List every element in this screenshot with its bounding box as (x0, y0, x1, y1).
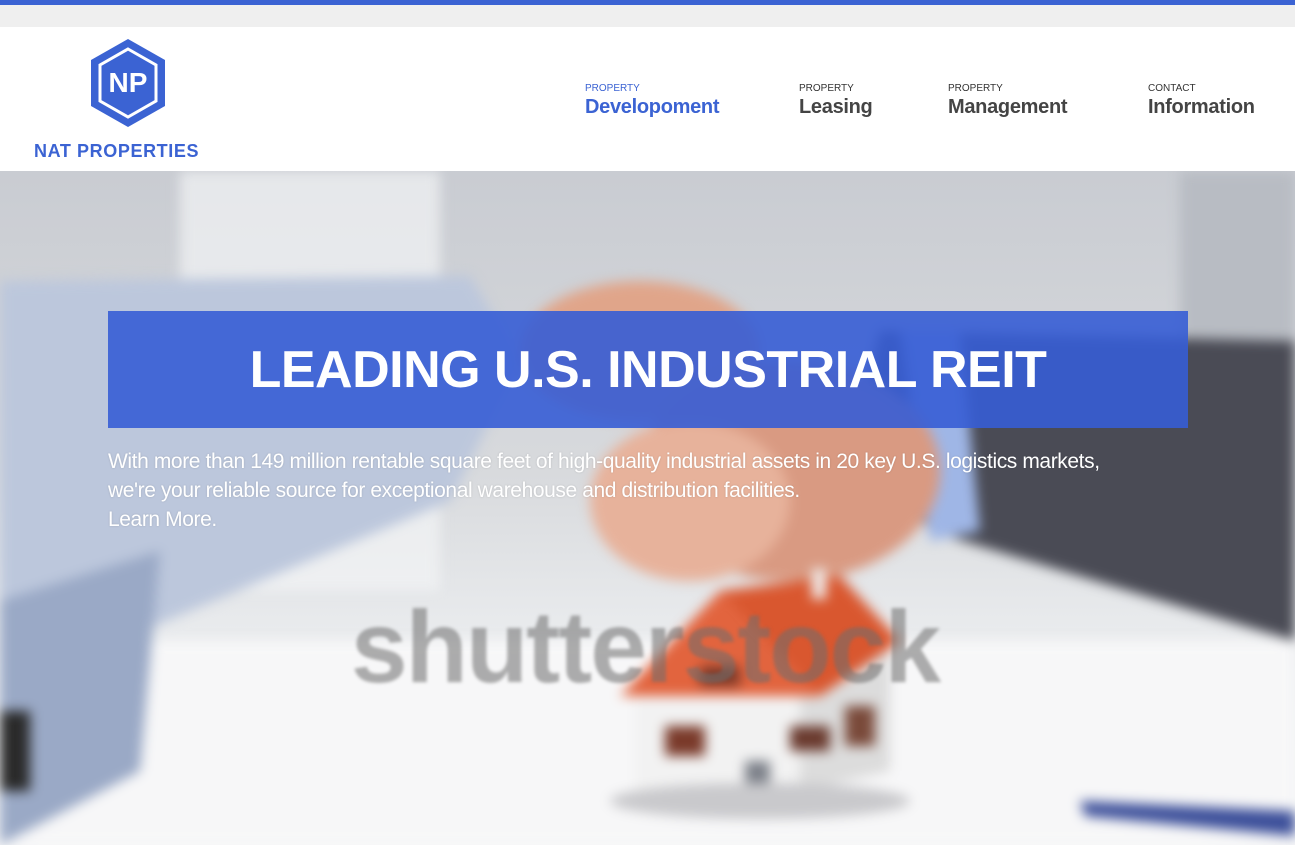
hero-title-banner: LEADING U.S. INDUSTRIAL REIT (108, 311, 1188, 428)
nav-label: Information (1148, 96, 1255, 118)
nav-property-development[interactable]: PROPERTY Developoment (585, 83, 720, 119)
watermark-text: shutterstock (350, 590, 941, 704)
learn-more-link[interactable]: Learn More. (108, 505, 1118, 534)
hero-title: LEADING U.S. INDUSTRIAL REIT (249, 340, 1047, 399)
nav-label: Developoment (585, 96, 720, 118)
nav-kicker: PROPERTY (948, 83, 1003, 94)
brand-logo[interactable]: NP NAT PROPERTIES (34, 37, 224, 163)
brand-name: NAT PROPERTIES (34, 141, 200, 161)
nav-label: Management (948, 96, 1068, 118)
logo-monogram: NP (109, 67, 148, 98)
nav-contact-information[interactable]: CONTACT Information (1148, 83, 1255, 119)
hero-body-text: With more than 149 million rentable squa… (108, 450, 1100, 502)
nav-label: Leasing (799, 96, 873, 118)
hexagon-logo-icon: NP (91, 39, 165, 127)
site-header: NP NAT PROPERTIES PROPERTY Developoment … (0, 27, 1295, 171)
nav-property-leasing[interactable]: PROPERTY Leasing (799, 83, 873, 119)
hero-description: With more than 149 million rentable squa… (108, 447, 1118, 534)
hero-section: shutterstock LEADING U.S. INDUSTRIAL REI… (0, 171, 1295, 845)
top-strip (0, 5, 1295, 27)
nav-kicker: PROPERTY (799, 83, 854, 94)
nav-property-management[interactable]: PROPERTY Management (948, 83, 1068, 119)
nav-kicker: CONTACT (1148, 83, 1196, 94)
nav-kicker: PROPERTY (585, 83, 640, 94)
